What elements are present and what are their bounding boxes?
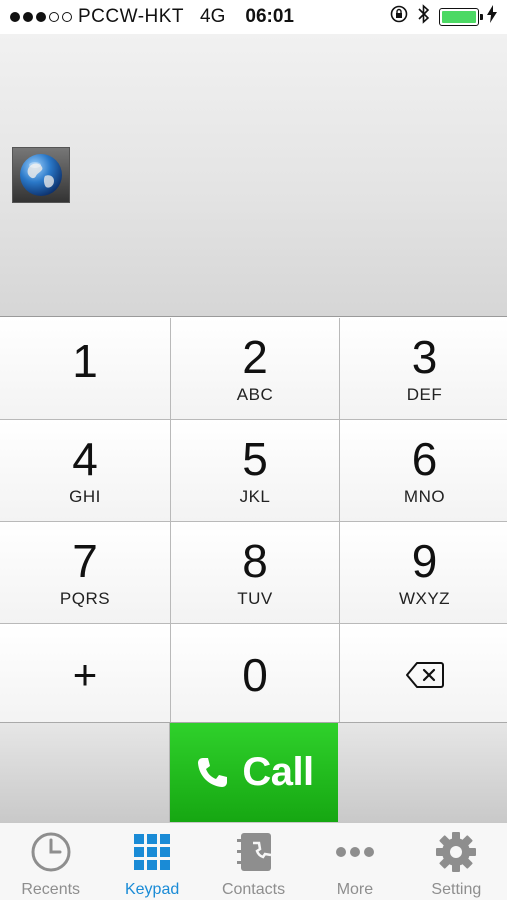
orientation-lock-icon (389, 4, 409, 30)
key-8[interactable]: 8 TUV (171, 522, 339, 623)
key-2[interactable]: 2 ABC (171, 318, 339, 419)
key-7[interactable]: 7 PQRS (0, 522, 170, 623)
backspace-button[interactable] (340, 624, 507, 725)
number-display (0, 34, 507, 317)
status-bar: PCCW-HKT 4G 06:01 (0, 0, 507, 34)
key-9[interactable]: 9 WXYZ (340, 522, 507, 623)
tab-more[interactable]: More (304, 823, 405, 900)
signal-strength-icon (10, 12, 72, 22)
bluetooth-icon (417, 3, 431, 31)
clock-time: 06:01 (245, 6, 295, 27)
charging-bolt-icon (487, 5, 497, 29)
keypad: 1 2 ABC 3 DEF 4 GHI 5 JKL 6 MNO 7 PQRS 8… (0, 318, 507, 725)
action-bar-left (0, 723, 170, 822)
keypad-grid-icon (133, 831, 171, 873)
key-1[interactable]: 1 (0, 318, 170, 419)
phone-icon (198, 757, 228, 787)
contacts-book-icon (235, 831, 273, 873)
carrier-name: PCCW-HKT (78, 6, 185, 27)
clock-icon (30, 831, 72, 873)
international-dial-button[interactable] (12, 147, 70, 203)
more-dots-icon (335, 831, 375, 873)
action-bar: Call (0, 722, 507, 822)
network-type: 4G (200, 6, 226, 27)
tab-contacts[interactable]: Contacts (203, 823, 304, 900)
battery-icon (439, 8, 483, 26)
key-0[interactable]: 0 (171, 624, 339, 725)
call-label: Call (242, 750, 314, 794)
key-6[interactable]: 6 MNO (340, 420, 507, 521)
key-3[interactable]: 3 DEF (340, 318, 507, 419)
key-5[interactable]: 5 JKL (171, 420, 339, 521)
tab-bar: Recents Keypad Contacts More Setting (0, 822, 507, 900)
globe-icon (20, 154, 62, 196)
gear-icon (435, 831, 477, 873)
tab-setting[interactable]: Setting (406, 823, 507, 900)
key-4[interactable]: 4 GHI (0, 420, 170, 521)
tab-keypad[interactable]: Keypad (101, 823, 202, 900)
action-bar-right (338, 723, 507, 822)
tab-recents[interactable]: Recents (0, 823, 101, 900)
backspace-icon (405, 661, 444, 688)
call-button[interactable]: Call (170, 723, 338, 822)
key-plus[interactable]: + (0, 624, 170, 725)
